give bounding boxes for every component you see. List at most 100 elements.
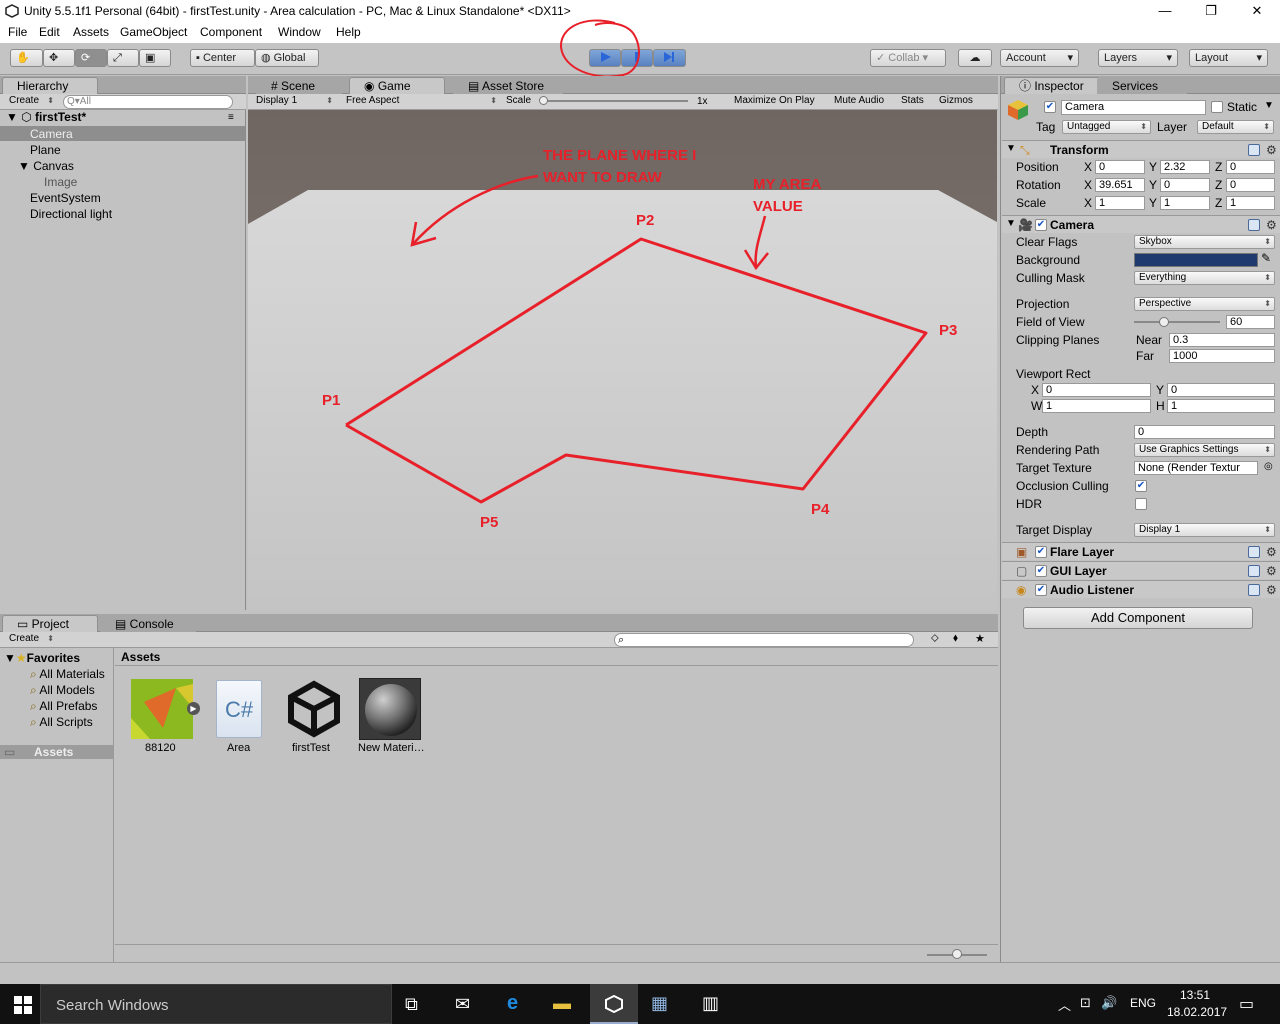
object-name-input[interactable]: Camera [1061, 100, 1206, 115]
scale-tool-button[interactable]: ⤢ [107, 49, 139, 67]
gear-icon[interactable]: ⚙ [1266, 546, 1277, 558]
display-dropdown[interactable]: Display 1 [252, 95, 336, 109]
gui-layer-checkbox[interactable]: ✔ [1035, 565, 1047, 577]
pivot-global-toggle[interactable]: ◍ Global [255, 49, 319, 67]
gear-icon[interactable]: ⚙ [1266, 584, 1277, 596]
tab-asset-store[interactable]: ▤ Asset Store [453, 77, 563, 94]
hierarchy-create-button[interactable]: Create [5, 95, 57, 109]
viewport-h-input[interactable]: 1 [1167, 399, 1275, 413]
hierarchy-item-plane[interactable]: Plane [30, 143, 61, 157]
gear-icon[interactable]: ⚙ [1266, 219, 1277, 231]
play-preview-icon[interactable]: ▶ [187, 702, 200, 715]
clock-time[interactable]: 13:51 [1180, 988, 1210, 1002]
projection-dropdown[interactable]: Perspective [1134, 297, 1275, 311]
filter-type-icon[interactable]: ⬦ [931, 632, 939, 645]
edge-browser-icon[interactable]: e [507, 992, 518, 1015]
icon-size-slider-thumb[interactable] [952, 949, 962, 959]
menu-edit[interactable]: Edit [39, 25, 60, 39]
hierarchy-item-camera[interactable]: Camera [30, 127, 73, 141]
static-checkbox[interactable]: ✔ [1211, 101, 1223, 113]
cloud-button[interactable]: ☁ [958, 49, 992, 67]
rotate-tool-button[interactable]: ⟳ [75, 49, 107, 67]
unity-scene-icon[interactable] [285, 680, 343, 738]
tab-inspector[interactable]: ⓘ Inspector [1004, 77, 1100, 94]
assets-root-node[interactable]: ▭ Assets [0, 745, 113, 759]
near-input[interactable]: 0.3 [1169, 333, 1275, 347]
project-search-input[interactable]: ⌕ [614, 633, 914, 647]
aspect-dropdown[interactable]: Free Aspect [342, 95, 500, 109]
scene-menu-icon[interactable]: ≡ [228, 112, 234, 123]
project-create-button[interactable]: Create [5, 633, 57, 647]
game-render-area[interactable]: THE PLANE WHERE I WANT TO DRAW MY AREA V… [248, 110, 997, 610]
position-x-input[interactable]: 0 [1095, 160, 1145, 174]
hierarchy-item-eventsystem[interactable]: EventSystem [30, 191, 101, 205]
rotation-x-input[interactable]: 39.651 [1095, 178, 1145, 192]
menu-help[interactable]: Help [336, 25, 361, 39]
transform-header[interactable]: ▼ ⤡ Transform ⚙ [1002, 140, 1280, 158]
filter-label-icon[interactable]: ⬧ [953, 632, 958, 645]
asset-88120[interactable]: ▶ [130, 678, 200, 740]
volume-icon[interactable]: 🔊 [1101, 995, 1117, 1011]
scene-root[interactable]: ▼ ⬡ firstTest* [6, 110, 86, 124]
depth-input[interactable]: 0 [1134, 425, 1275, 439]
background-color-swatch[interactable] [1134, 253, 1258, 267]
tab-hierarchy[interactable]: Hierarchy [2, 77, 98, 94]
taskbar-search-box[interactable]: Search Windows [40, 984, 392, 1024]
material-sphere-icon[interactable] [359, 678, 421, 740]
fov-input[interactable]: 60 [1226, 315, 1275, 329]
audio-listener-header[interactable]: ◉ ✔ Audio Listener ⚙ [1002, 580, 1280, 598]
fav-all-prefabs[interactable]: ⌕ All Prefabs [30, 699, 97, 714]
hdr-checkbox[interactable]: ✔ [1135, 498, 1147, 510]
target-display-dropdown[interactable]: Display 1 [1134, 523, 1275, 537]
camera-component-header[interactable]: ▼ 🎥 ✔ Camera ⚙ [1002, 215, 1280, 233]
favorite-star-icon[interactable]: ★ [975, 632, 985, 645]
favorites-node[interactable]: ▼★Favorites [4, 651, 80, 665]
scale-slider-track[interactable] [544, 100, 688, 102]
help-icon[interactable] [1248, 584, 1260, 596]
viewport-y-input[interactable]: 0 [1167, 383, 1275, 397]
position-y-input[interactable]: 2.32 [1160, 160, 1210, 174]
menu-assets[interactable]: Assets [73, 25, 109, 39]
hierarchy-item-image[interactable]: Image [44, 175, 77, 189]
help-icon[interactable] [1248, 219, 1260, 231]
target-texture-field[interactable]: None (Render Textur [1134, 461, 1258, 475]
collab-button[interactable]: ✓ Collab ▾ [870, 49, 946, 67]
gear-icon[interactable]: ⚙ [1266, 565, 1277, 577]
tab-scene[interactable]: # Scene [256, 77, 342, 94]
fav-all-models[interactable]: ⌕ All Models [30, 683, 95, 698]
menu-gameobject[interactable]: GameObject [120, 25, 187, 39]
breadcrumb[interactable]: Assets [121, 650, 160, 664]
flare-layer-header[interactable]: ▣ ✔ Flare Layer ⚙ [1002, 542, 1280, 560]
help-icon[interactable] [1248, 565, 1260, 577]
flare-layer-checkbox[interactable]: ✔ [1035, 546, 1047, 558]
menu-component[interactable]: Component [200, 25, 262, 39]
gizmos-dropdown[interactable]: Gizmos [939, 95, 973, 106]
scale-z-input[interactable]: 1 [1226, 196, 1275, 210]
clock-date[interactable]: 18.02.2017 [1167, 1005, 1227, 1019]
fov-slider-track[interactable] [1134, 321, 1220, 323]
fav-all-scripts[interactable]: ⌕ All Scripts [30, 715, 93, 730]
rotation-y-input[interactable]: 0 [1160, 178, 1210, 192]
move-tool-button[interactable]: ✥ [43, 49, 75, 67]
step-button[interactable] [653, 49, 686, 67]
layout-dropdown[interactable]: Layout ▾ [1189, 49, 1268, 67]
help-icon[interactable] [1248, 144, 1260, 156]
menu-window[interactable]: Window [278, 25, 321, 39]
scale-slider-thumb[interactable] [539, 96, 548, 105]
tag-dropdown[interactable]: Untagged [1062, 120, 1151, 134]
task-view-icon[interactable]: ⧉ [405, 994, 418, 1015]
network-icon[interactable]: ⊡ [1080, 995, 1091, 1011]
menu-file[interactable]: File [8, 25, 27, 39]
tab-project[interactable]: ▭ Project [2, 615, 98, 632]
active-checkbox[interactable]: ✔ [1044, 101, 1056, 113]
maximize-on-play-toggle[interactable]: Maximize On Play [734, 95, 815, 106]
object-picker-icon[interactable]: ◎ [1264, 461, 1273, 472]
gui-layer-header[interactable]: ▢ ✔ GUI Layer ⚙ [1002, 561, 1280, 579]
csharp-script-icon[interactable]: C# [216, 680, 262, 738]
help-icon[interactable] [1248, 546, 1260, 558]
minimize-button[interactable]: — [1142, 0, 1188, 23]
occlusion-culling-checkbox[interactable]: ✔ [1135, 480, 1147, 492]
hierarchy-search-input[interactable]: Q▾All [63, 95, 233, 109]
notifications-icon[interactable]: ▭ [1239, 994, 1254, 1014]
rendering-path-dropdown[interactable]: Use Graphics Settings [1134, 443, 1275, 457]
